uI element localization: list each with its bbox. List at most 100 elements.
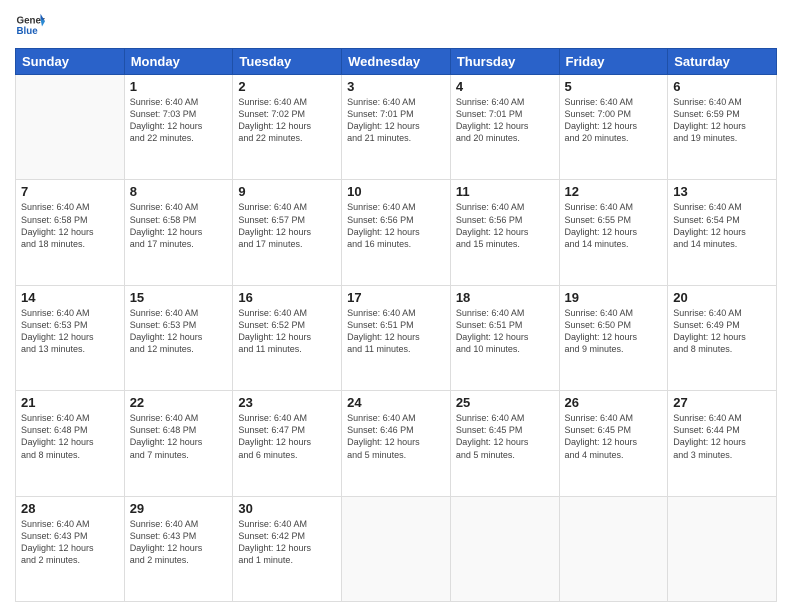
day-number: 6 <box>673 79 771 94</box>
logo-icon: General Blue <box>15 10 45 40</box>
day-info: Sunrise: 6:40 AMSunset: 6:58 PMDaylight:… <box>130 201 228 250</box>
day-info: Sunrise: 6:40 AMSunset: 6:57 PMDaylight:… <box>238 201 336 250</box>
day-number: 4 <box>456 79 554 94</box>
calendar-cell: 18 Sunrise: 6:40 AMSunset: 6:51 PMDayligh… <box>450 285 559 390</box>
day-info: Sunrise: 6:40 AMSunset: 6:56 PMDaylight:… <box>456 201 554 250</box>
day-info: Sunrise: 6:40 AMSunset: 6:45 PMDaylight:… <box>565 412 663 461</box>
calendar-cell: 30Sunrise: 6:40 AMSunset: 6:42 PMDayligh… <box>233 496 342 601</box>
day-number: 27 <box>673 395 771 410</box>
day-number: 18 <box>456 290 554 305</box>
calendar-cell: 25Sunrise: 6:40 AMSunset: 6:45 PMDayligh… <box>450 391 559 496</box>
day-info: Sunrise: 6:40 AMSunset: 6:56 PMDaylight:… <box>347 201 445 250</box>
weekday-header-sunday: Sunday <box>16 49 125 75</box>
calendar-cell: 12Sunrise: 6:40 AMSunset: 6:55 PMDayligh… <box>559 180 668 285</box>
calendar-cell: 6 Sunrise: 6:40 AMSunset: 6:59 PMDaylight… <box>668 75 777 180</box>
page: General Blue SundayMondayTuesdayWednesda… <box>0 0 792 612</box>
day-info: Sunrise: 6:40 AMSunset: 6:58 PMDaylight:… <box>21 201 119 250</box>
day-info: Sunrise: 6:40 AMSunset: 6:48 PMDaylight:… <box>21 412 119 461</box>
weekday-header-monday: Monday <box>124 49 233 75</box>
day-info: Sunrise: 6:40 AMSunset: 6:51 PMDaylight:… <box>347 307 445 356</box>
calendar-cell: 4 Sunrise: 6:40 AMSunset: 7:01 PMDaylight… <box>450 75 559 180</box>
calendar-cell <box>16 75 125 180</box>
day-number: 15 <box>130 290 228 305</box>
calendar-cell: 2Sunrise: 6:40 AMSunset: 7:02 PMDaylight… <box>233 75 342 180</box>
day-info: Sunrise: 6:40 AMSunset: 6:54 PMDaylight:… <box>673 201 771 250</box>
calendar-cell: 17 Sunrise: 6:40 AMSunset: 6:51 PMDayligh… <box>342 285 451 390</box>
calendar-cell <box>668 496 777 601</box>
day-info: Sunrise: 6:40 AMSunset: 6:49 PMDaylight:… <box>673 307 771 356</box>
day-info: Sunrise: 6:40 AMSunset: 6:46 PMDaylight:… <box>347 412 445 461</box>
day-info: Sunrise: 6:40 AMSunset: 6:42 PMDaylight:… <box>238 518 336 567</box>
day-number: 24 <box>347 395 445 410</box>
day-number: 11 <box>456 184 554 199</box>
week-row-5: 28Sunrise: 6:40 AMSunset: 6:43 PMDayligh… <box>16 496 777 601</box>
calendar-cell: 5Sunrise: 6:40 AMSunset: 7:00 PMDaylight… <box>559 75 668 180</box>
day-number: 13 <box>673 184 771 199</box>
day-number: 3 <box>347 79 445 94</box>
day-number: 21 <box>21 395 119 410</box>
day-number: 8 <box>130 184 228 199</box>
day-info: Sunrise: 6:40 AMSunset: 6:53 PMDaylight:… <box>21 307 119 356</box>
weekday-header-row: SundayMondayTuesdayWednesdayThursdayFrid… <box>16 49 777 75</box>
day-number: 26 <box>565 395 663 410</box>
day-info: Sunrise: 6:40 AMSunset: 7:01 PMDaylight:… <box>347 96 445 145</box>
calendar-cell: 10 Sunrise: 6:40 AMSunset: 6:56 PMDayligh… <box>342 180 451 285</box>
week-row-3: 14 Sunrise: 6:40 AMSunset: 6:53 PMDayligh… <box>16 285 777 390</box>
day-number: 10 <box>347 184 445 199</box>
calendar-cell: 7 Sunrise: 6:40 AMSunset: 6:58 PMDaylight… <box>16 180 125 285</box>
calendar-cell: 28Sunrise: 6:40 AMSunset: 6:43 PMDayligh… <box>16 496 125 601</box>
day-info: Sunrise: 6:40 AMSunset: 6:59 PMDaylight:… <box>673 96 771 145</box>
day-info: Sunrise: 6:40 AMSunset: 6:48 PMDaylight:… <box>130 412 228 461</box>
day-info: Sunrise: 6:40 AMSunset: 7:02 PMDaylight:… <box>238 96 336 145</box>
weekday-header-friday: Friday <box>559 49 668 75</box>
calendar-cell <box>450 496 559 601</box>
day-info: Sunrise: 6:40 AMSunset: 7:01 PMDaylight:… <box>456 96 554 145</box>
day-info: Sunrise: 6:40 AMSunset: 6:50 PMDaylight:… <box>565 307 663 356</box>
weekday-header-thursday: Thursday <box>450 49 559 75</box>
day-number: 5 <box>565 79 663 94</box>
day-number: 12 <box>565 184 663 199</box>
day-number: 28 <box>21 501 119 516</box>
day-number: 20 <box>673 290 771 305</box>
svg-text:Blue: Blue <box>17 26 39 37</box>
calendar-cell <box>342 496 451 601</box>
day-number: 19 <box>565 290 663 305</box>
day-number: 1 <box>130 79 228 94</box>
week-row-2: 7 Sunrise: 6:40 AMSunset: 6:58 PMDaylight… <box>16 180 777 285</box>
day-number: 17 <box>347 290 445 305</box>
calendar-cell: 11 Sunrise: 6:40 AMSunset: 6:56 PMDayligh… <box>450 180 559 285</box>
day-info: Sunrise: 6:40 AMSunset: 6:52 PMDaylight:… <box>238 307 336 356</box>
calendar-cell: 13 Sunrise: 6:40 AMSunset: 6:54 PMDayligh… <box>668 180 777 285</box>
calendar-cell: 20 Sunrise: 6:40 AMSunset: 6:49 PMDayligh… <box>668 285 777 390</box>
calendar-cell: 19 Sunrise: 6:40 AMSunset: 6:50 PMDayligh… <box>559 285 668 390</box>
calendar-cell: 23 Sunrise: 6:40 AMSunset: 6:47 PMDayligh… <box>233 391 342 496</box>
calendar-cell: 1Sunrise: 6:40 AMSunset: 7:03 PMDaylight… <box>124 75 233 180</box>
day-info: Sunrise: 6:40 AMSunset: 6:44 PMDaylight:… <box>673 412 771 461</box>
day-number: 16 <box>238 290 336 305</box>
calendar-cell: 22 Sunrise: 6:40 AMSunset: 6:48 PMDayligh… <box>124 391 233 496</box>
calendar-cell: 29Sunrise: 6:40 AMSunset: 6:43 PMDayligh… <box>124 496 233 601</box>
calendar-cell: 24 Sunrise: 6:40 AMSunset: 6:46 PMDayligh… <box>342 391 451 496</box>
day-info: Sunrise: 6:40 AMSunset: 6:47 PMDaylight:… <box>238 412 336 461</box>
calendar-cell: 14 Sunrise: 6:40 AMSunset: 6:53 PMDayligh… <box>16 285 125 390</box>
day-number: 22 <box>130 395 228 410</box>
calendar-cell: 16 Sunrise: 6:40 AMSunset: 6:52 PMDayligh… <box>233 285 342 390</box>
calendar-cell: 21 Sunrise: 6:40 AMSunset: 6:48 PMDayligh… <box>16 391 125 496</box>
calendar-cell: 8 Sunrise: 6:40 AMSunset: 6:58 PMDaylight… <box>124 180 233 285</box>
calendar-cell: 3 Sunrise: 6:40 AMSunset: 7:01 PMDaylight… <box>342 75 451 180</box>
day-number: 29 <box>130 501 228 516</box>
calendar-cell: 9Sunrise: 6:40 AMSunset: 6:57 PMDaylight… <box>233 180 342 285</box>
calendar-cell: 27 Sunrise: 6:40 AMSunset: 6:44 PMDayligh… <box>668 391 777 496</box>
weekday-header-wednesday: Wednesday <box>342 49 451 75</box>
calendar-table: SundayMondayTuesdayWednesdayThursdayFrid… <box>15 48 777 602</box>
day-number: 14 <box>21 290 119 305</box>
weekday-header-saturday: Saturday <box>668 49 777 75</box>
day-info: Sunrise: 6:40 AMSunset: 6:45 PMDaylight:… <box>456 412 554 461</box>
calendar-cell: 26 Sunrise: 6:40 AMSunset: 6:45 PMDayligh… <box>559 391 668 496</box>
week-row-4: 21 Sunrise: 6:40 AMSunset: 6:48 PMDayligh… <box>16 391 777 496</box>
day-number: 23 <box>238 395 336 410</box>
day-number: 7 <box>21 184 119 199</box>
calendar-cell <box>559 496 668 601</box>
day-info: Sunrise: 6:40 AMSunset: 6:53 PMDaylight:… <box>130 307 228 356</box>
day-info: Sunrise: 6:40 AMSunset: 6:51 PMDaylight:… <box>456 307 554 356</box>
